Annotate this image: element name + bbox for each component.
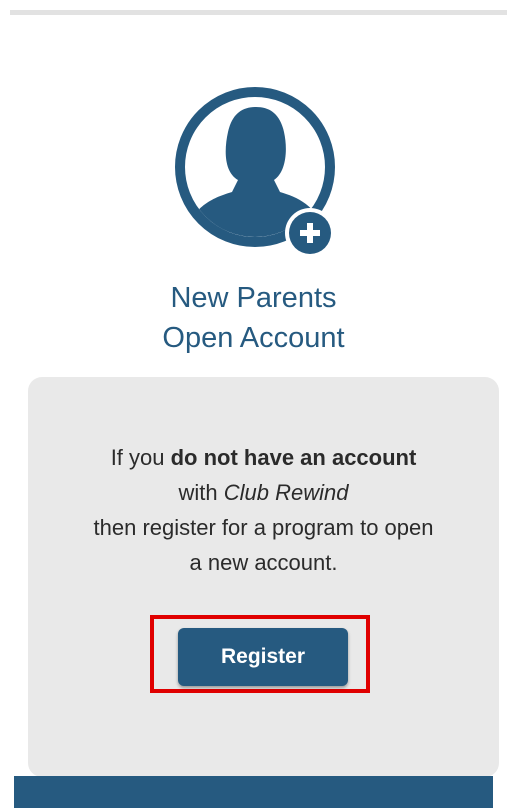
club-name: Club Rewind — [223, 480, 349, 505]
card-title: New Parents Open Account — [0, 278, 507, 358]
card-title-line2: Open Account — [162, 322, 345, 354]
card-title-line1: New Parents — [170, 282, 337, 314]
footer-bar — [14, 776, 493, 808]
info-line-1-prefix: If you — [110, 445, 171, 470]
info-line-1: If you do not have an account — [0, 440, 507, 475]
info-line-2-prefix: with — [178, 480, 224, 505]
register-button[interactable]: Register — [178, 628, 348, 686]
info-line-2: with Club Rewind — [0, 475, 507, 510]
add-user-icon — [172, 80, 352, 260]
info-line-4: a new account. — [189, 550, 338, 575]
info-line-1-bold: do not have an account — [170, 445, 417, 470]
info-text: If you do not have an account with Club … — [0, 440, 507, 580]
info-line-3: then register for a program to open — [93, 515, 434, 540]
